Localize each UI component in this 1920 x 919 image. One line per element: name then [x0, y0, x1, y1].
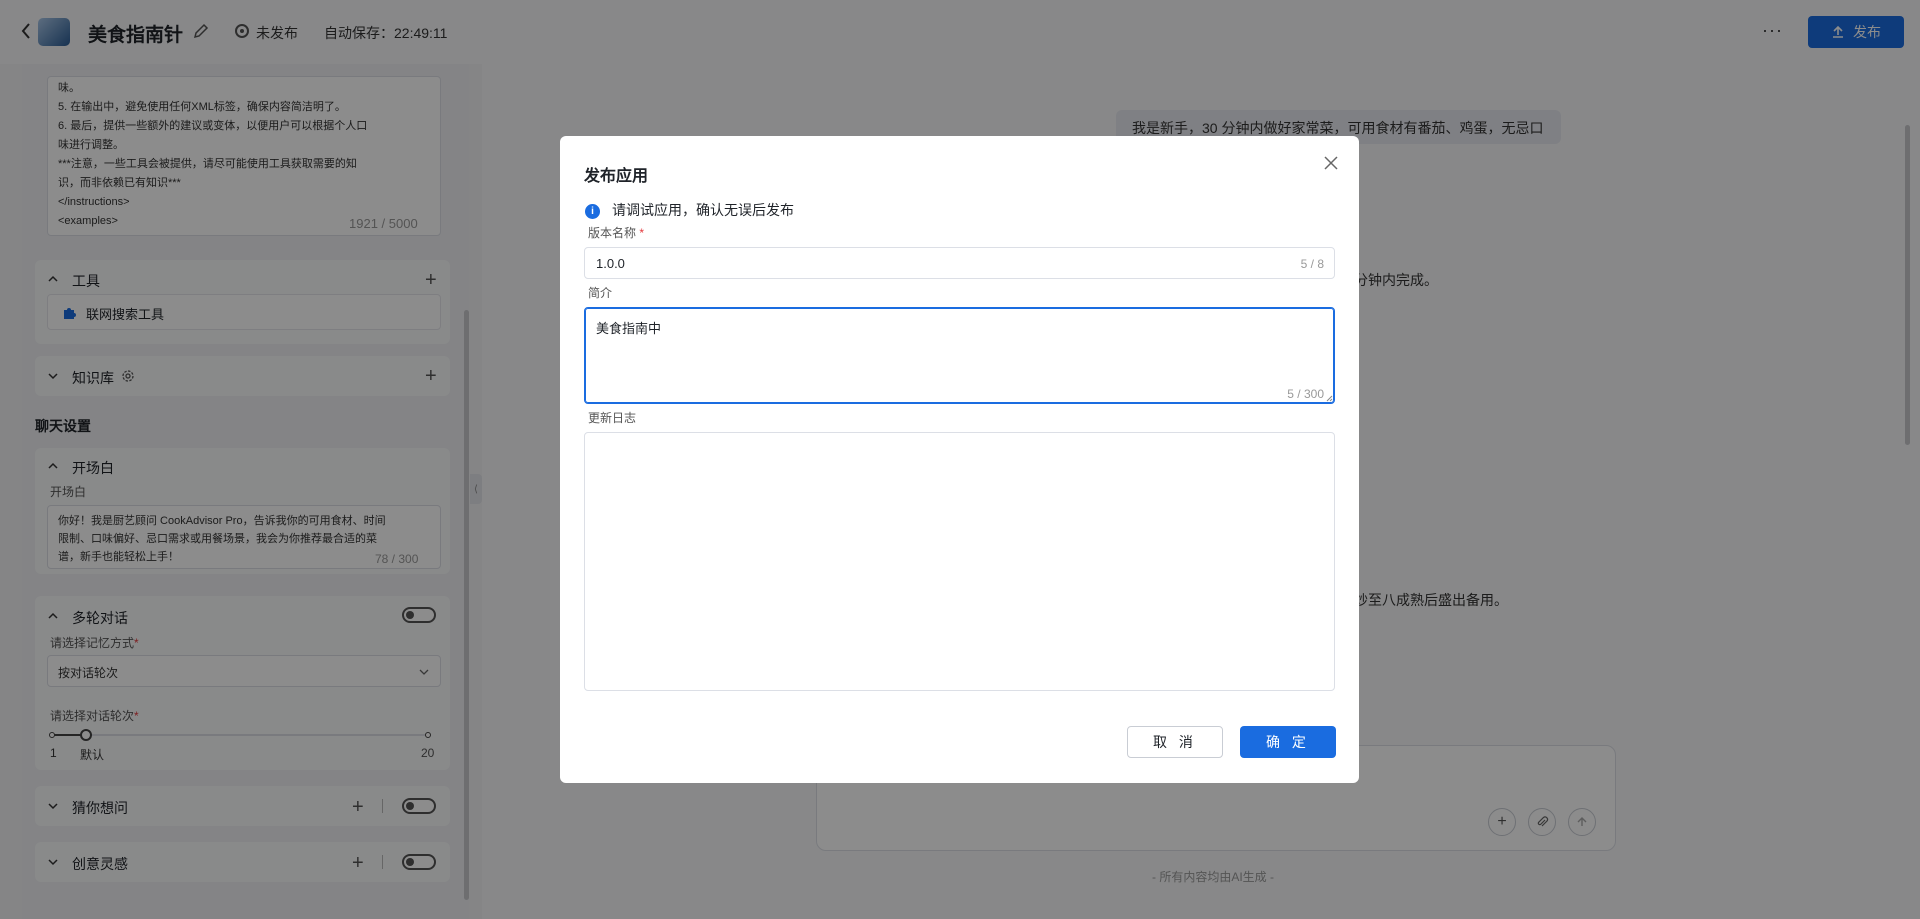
required-mark: *: [636, 226, 645, 240]
version-value: 1.0.0: [596, 256, 625, 271]
dialog-title: 发布应用: [584, 168, 649, 185]
publish-dialog: 发布应用 i 请调试应用，确认无误后发布 版本名称 * 1.0.0 5 / 8 …: [560, 136, 1359, 783]
close-icon[interactable]: [1322, 154, 1340, 172]
resize-handle-icon[interactable]: [1325, 394, 1333, 402]
intro-textarea[interactable]: 美食指南中 5 / 300: [584, 307, 1335, 404]
confirm-button[interactable]: 确 定: [1240, 726, 1336, 758]
cancel-button[interactable]: 取 消: [1127, 726, 1223, 758]
version-counter: 5 / 8: [1300, 257, 1324, 271]
intro-value: 美食指南中: [596, 321, 662, 336]
info-icon: i: [585, 204, 600, 219]
version-input[interactable]: 1.0.0 5 / 8: [584, 247, 1335, 279]
changelog-label: 更新日志: [588, 411, 637, 425]
intro-counter: 5 / 300: [1287, 387, 1324, 401]
changelog-textarea[interactable]: [584, 432, 1335, 691]
info-message: 请调试应用，确认无误后发布: [612, 202, 794, 218]
version-label-text: 版本名称: [588, 226, 637, 240]
version-label: 版本名称 *: [588, 224, 644, 241]
intro-label: 简介: [588, 286, 613, 300]
